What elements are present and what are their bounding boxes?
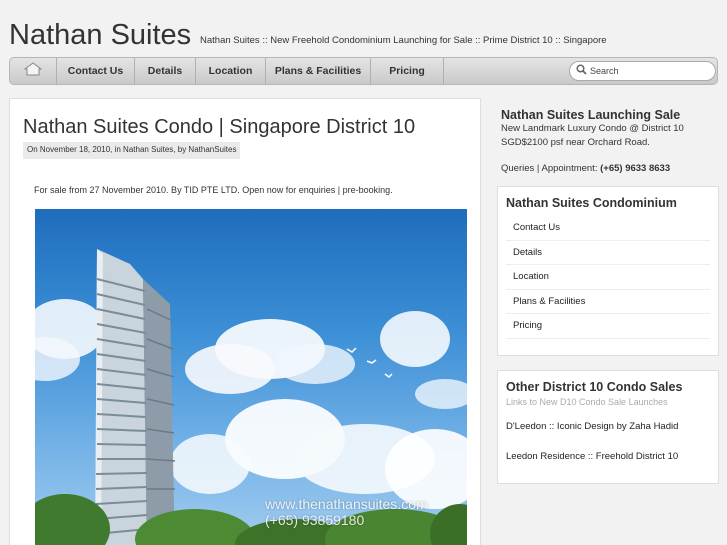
widget-condominium: Nathan Suites Condominium Contact Us Det… xyxy=(497,186,719,356)
post-title[interactable]: Nathan Suites Condo | Singapore District… xyxy=(23,116,415,139)
widget-link-plans-facilities[interactable]: Plans & Facilities xyxy=(506,290,710,314)
main-nav: Contact Us Details Location Plans & Faci… xyxy=(9,57,718,85)
nav-item-location[interactable]: Location xyxy=(196,58,266,84)
widget-other-condos-links: D'Leedon :: Iconic Design by Zaha Hadid … xyxy=(498,407,718,471)
widget-condominium-links: Contact Us Details Location Plans & Faci… xyxy=(498,210,718,339)
site-title[interactable]: Nathan Suites xyxy=(9,19,191,52)
site-tagline: Nathan Suites :: New Freehold Condominiu… xyxy=(200,35,607,46)
header: Nathan Suites Nathan Suites :: New Freeh… xyxy=(0,0,727,56)
search-box xyxy=(569,61,716,81)
widget-link-dleedon[interactable]: D'Leedon :: Iconic Design by Zaha Hadid xyxy=(498,411,718,441)
post-intro: For sale from 27 November 2010. By TID P… xyxy=(34,185,393,195)
search-icon[interactable] xyxy=(576,62,587,80)
widget-other-condos-title: Other District 10 Condo Sales xyxy=(506,380,683,394)
contact-phone: (+65) 9633 8633 xyxy=(600,163,671,174)
widget-link-location[interactable]: Location xyxy=(506,265,710,290)
widget-other-condos: Other District 10 Condo Sales Links to N… xyxy=(497,370,719,484)
watermark-url: www.thenathansuites.com xyxy=(265,496,428,512)
sidebar-intro-line2: SGD$2100 psf near Orchard Road. xyxy=(501,137,650,148)
post-content: Nathan Suites Condo | Singapore District… xyxy=(9,98,481,545)
watermark-phone: (+65) 93859180 xyxy=(265,512,365,528)
widget-link-contact-us[interactable]: Contact Us xyxy=(506,216,710,241)
sidebar-contact: Queries | Appointment: (+65) 9633 8633 xyxy=(501,163,721,174)
home-icon xyxy=(23,61,43,81)
sidebar-intro-line1: New Landmark Luxury Condo @ District 10 xyxy=(501,123,684,134)
nav-home-button[interactable] xyxy=(10,58,57,84)
nav-item-plans-facilities[interactable]: Plans & Facilities xyxy=(266,58,371,84)
widget-other-condos-subtitle: Links to New D10 Condo Sale Launches xyxy=(506,397,668,407)
post-meta: On November 18, 2010, in Nathan Suites, … xyxy=(23,142,241,159)
widget-link-details[interactable]: Details xyxy=(506,241,710,265)
widget-condominium-title: Nathan Suites Condominium xyxy=(506,196,677,210)
sidebar-intro-title: Nathan Suites Launching Sale xyxy=(501,108,681,122)
nav-item-contact-us[interactable]: Contact Us xyxy=(57,58,135,84)
search-input[interactable] xyxy=(590,66,708,76)
nav-item-details[interactable]: Details xyxy=(135,58,196,84)
widget-link-pricing[interactable]: Pricing xyxy=(506,314,710,339)
building-image: www.thenathansuites.com (+65) 93859180 xyxy=(35,209,467,545)
sidebar-intro: Nathan Suites Launching Sale New Landmar… xyxy=(501,106,721,174)
nav-item-pricing[interactable]: Pricing xyxy=(371,58,444,84)
widget-link-leedon-residence[interactable]: Leedon Residence :: Freehold District 10 xyxy=(498,441,718,471)
contact-prefix: Queries | Appointment: xyxy=(501,163,601,174)
image-watermark: www.thenathansuites.com (+65) 93859180 xyxy=(265,496,428,528)
